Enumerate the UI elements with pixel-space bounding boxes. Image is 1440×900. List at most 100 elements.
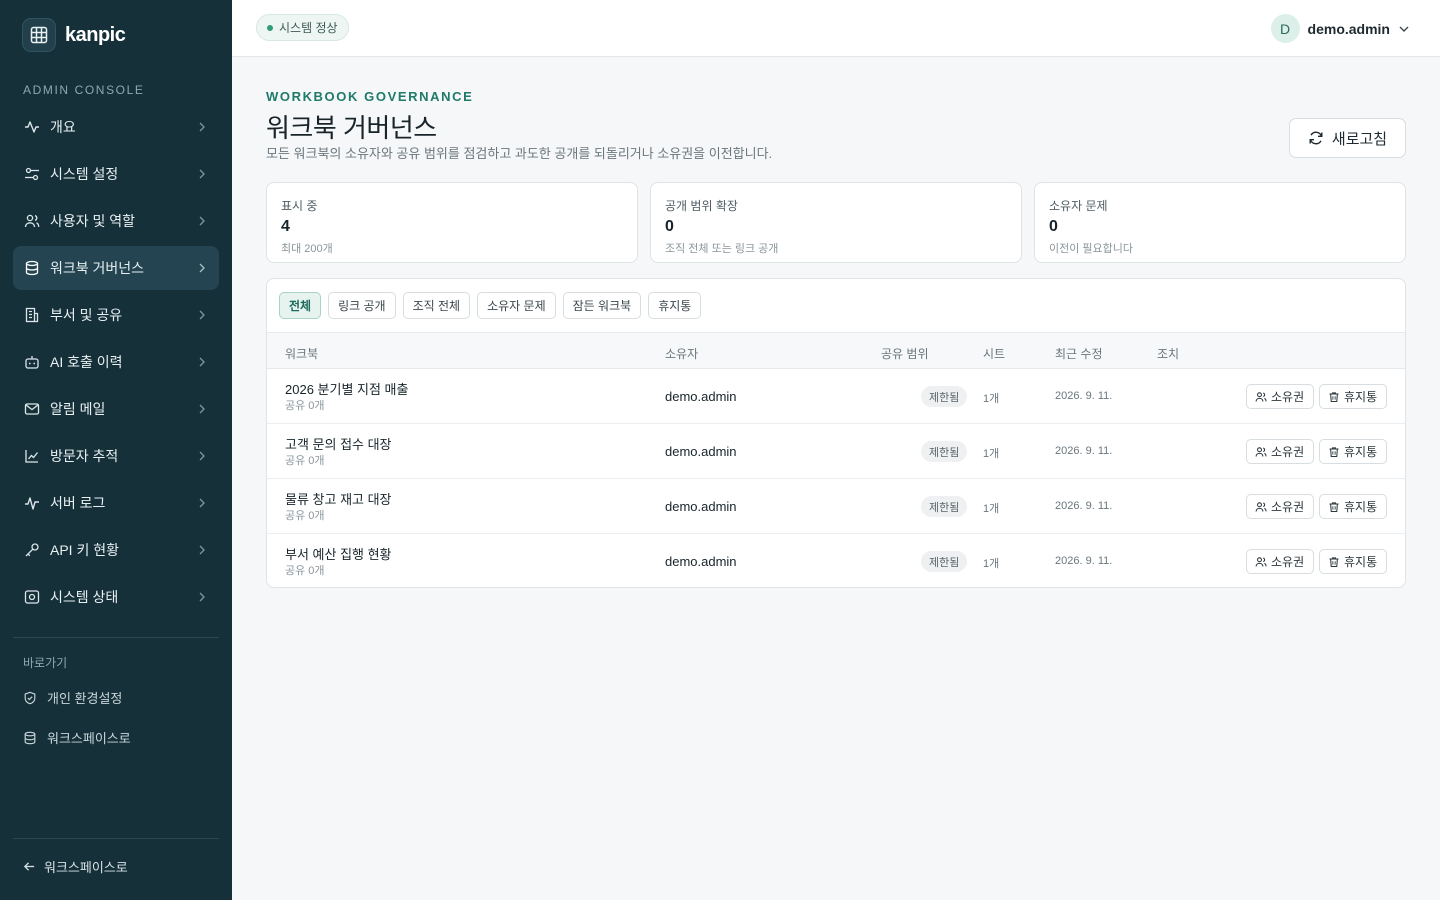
shortcut-personal-settings[interactable]: 개인 환경설정 xyxy=(23,688,122,707)
workbook-name[interactable]: 2026 분기별 지점 매출 xyxy=(285,379,408,398)
stat-subtitle: 조직 전체 또는 링크 공개 xyxy=(665,243,779,255)
status-text: 시스템 정상 xyxy=(279,21,338,35)
transfer-ownership-button[interactable]: 소유권 xyxy=(1246,439,1314,464)
stat-title: 공개 범위 확장 xyxy=(665,199,738,213)
sidebar-item-server-logs[interactable]: 서버 로그 xyxy=(13,481,219,525)
column-owner: 소유자 xyxy=(665,347,699,361)
share-count: 공유 0개 xyxy=(285,510,325,522)
sidebar-divider-bottom xyxy=(13,838,219,839)
shield-icon xyxy=(24,691,36,704)
stat-subtitle: 최대 200개 xyxy=(281,243,333,255)
owner-name: demo.admin xyxy=(665,554,737,569)
sidebar-item-label: 방문자 추적 xyxy=(50,448,119,464)
owner-name: demo.admin xyxy=(665,499,737,514)
filter-link-public[interactable]: 링크 공개 xyxy=(328,292,396,319)
sheet-count: 1개 xyxy=(983,393,1000,405)
users-icon xyxy=(1255,501,1267,512)
button-label: 휴지통 xyxy=(1344,390,1378,404)
grid-logo-icon xyxy=(22,18,56,52)
column-sheets: 시트 xyxy=(983,347,1006,361)
user-menu[interactable]: D demo.admin xyxy=(1270,14,1410,43)
transfer-ownership-button[interactable]: 소유권 xyxy=(1246,549,1314,574)
sidebar-item-label: 서버 로그 xyxy=(50,495,106,511)
trash-icon xyxy=(1329,556,1339,567)
status-icon xyxy=(24,589,40,605)
shortcut-label-text: 개인 환경설정 xyxy=(47,691,123,706)
arrow-left-icon xyxy=(23,862,35,871)
sidebar-item-workbook-governance[interactable]: 워크북 거버넌스 xyxy=(13,246,219,290)
move-to-trash-button[interactable]: 휴지통 xyxy=(1319,549,1387,574)
filter-owner-issues[interactable]: 소유자 문제 xyxy=(477,292,556,319)
chart-line-icon xyxy=(24,448,40,464)
sheet-count: 1개 xyxy=(983,503,1000,515)
sidebar-item-overview[interactable]: 개요 xyxy=(13,105,219,149)
sidebar-item-visitor-tracking[interactable]: 방문자 추적 xyxy=(13,434,219,478)
sidebar-item-system-settings[interactable]: 시스템 설정 xyxy=(13,152,219,196)
sidebar-item-users-roles[interactable]: 사용자 및 역할 xyxy=(13,199,219,243)
system-status-badge: 시스템 정상 xyxy=(256,14,349,41)
workbook-name[interactable]: 고객 문의 접수 대장 xyxy=(285,434,392,453)
chevron-right-icon xyxy=(199,545,205,555)
sidebar-item-label: AI 호출 이력 xyxy=(50,354,123,370)
stat-title: 소유자 문제 xyxy=(1049,199,1108,213)
activity-icon xyxy=(24,119,40,135)
section-label: ADMIN CONSOLE xyxy=(23,83,145,97)
sheet-count: 1개 xyxy=(983,448,1000,460)
refresh-button[interactable]: 새로고침 xyxy=(1289,118,1406,158)
filter-tabs: 전체 링크 공개 조직 전체 소유자 문제 잠든 워크북 휴지통 xyxy=(279,292,708,319)
filter-org-wide[interactable]: 조직 전체 xyxy=(402,292,471,319)
refresh-label: 새로고침 xyxy=(1331,130,1388,148)
bot-icon xyxy=(24,354,40,370)
button-label: 휴지통 xyxy=(1344,555,1378,569)
shortcut-label-text: 워크스페이스로 xyxy=(47,731,131,746)
back-to-workspace-link[interactable]: 워크스페이스로 xyxy=(23,857,128,876)
move-to-trash-button[interactable]: 휴지통 xyxy=(1319,439,1387,464)
sidebar-item-label: 워크북 거버넌스 xyxy=(50,260,145,276)
table-row[interactable]: 부서 예산 집행 현황 공유 0개 demo.admin 제한됨 1개 2026… xyxy=(267,534,1405,587)
topbar: 시스템 정상 D demo.admin xyxy=(232,0,1440,57)
shortcut-workspace[interactable]: 워크스페이스로 xyxy=(23,728,131,747)
sidebar-item-system-status[interactable]: 시스템 상태 xyxy=(13,575,219,619)
modified-date: 2026. 9. 11. xyxy=(1055,445,1113,457)
sidebar-item-notification-mail[interactable]: 알림 메일 xyxy=(13,387,219,431)
workbook-name[interactable]: 물류 창고 재고 대장 xyxy=(285,489,392,508)
sidebar-item-ai-call-history[interactable]: AI 호출 이력 xyxy=(13,340,219,384)
owner-name: demo.admin xyxy=(665,389,737,404)
filter-trash[interactable]: 휴지통 xyxy=(648,292,702,319)
building-icon xyxy=(24,307,40,323)
table-row[interactable]: 물류 창고 재고 대장 공유 0개 demo.admin 제한됨 1개 2026… xyxy=(267,479,1405,534)
transfer-ownership-button[interactable]: 소유권 xyxy=(1246,384,1314,409)
sidebar-item-label: 알림 메일 xyxy=(50,401,106,417)
workbook-name[interactable]: 부서 예산 집행 현황 xyxy=(285,544,392,563)
sidebar-nav: 개요 시스템 설정 사용자 및 역할 워크북 거버넌스 부서 및 공유 AI 호… xyxy=(13,105,219,622)
chevron-right-icon xyxy=(199,169,205,179)
modified-date: 2026. 9. 11. xyxy=(1055,390,1113,402)
filter-dormant[interactable]: 잠든 워크북 xyxy=(562,292,642,319)
users-icon xyxy=(1255,446,1267,457)
page-title: 워크북 거버넌스 xyxy=(266,113,437,143)
sidebar-item-label: 시스템 상태 xyxy=(50,589,119,605)
share-count: 공유 0개 xyxy=(285,400,325,412)
transfer-ownership-button[interactable]: 소유권 xyxy=(1246,494,1314,519)
sidebar-item-departments-sharing[interactable]: 부서 및 공유 xyxy=(13,293,219,337)
brand[interactable]: kanpic xyxy=(22,18,126,52)
users-icon xyxy=(24,213,40,229)
chevron-right-icon xyxy=(199,404,205,414)
key-icon xyxy=(24,542,40,558)
move-to-trash-button[interactable]: 휴지통 xyxy=(1319,494,1387,519)
table-row[interactable]: 고객 문의 접수 대장 공유 0개 demo.admin 제한됨 1개 2026… xyxy=(267,424,1405,479)
button-label: 휴지통 xyxy=(1344,500,1378,514)
move-to-trash-button[interactable]: 휴지통 xyxy=(1319,384,1387,409)
filter-all[interactable]: 전체 xyxy=(279,292,322,319)
trash-icon xyxy=(1329,391,1339,402)
chevron-right-icon xyxy=(199,451,205,461)
scope-badge: 제한됨 xyxy=(921,551,968,572)
stat-value: 0 xyxy=(1049,218,1058,235)
sidebar-item-api-keys[interactable]: API 키 현황 xyxy=(13,528,219,572)
column-modified: 최근 수정 xyxy=(1055,347,1103,361)
sheet-count: 1개 xyxy=(983,558,1000,570)
avatar: D xyxy=(1270,14,1300,43)
table-row[interactable]: 2026 분기별 지점 매출 공유 0개 demo.admin 제한됨 1개 2… xyxy=(267,369,1405,424)
button-label: 소유권 xyxy=(1271,500,1305,514)
stat-card-owner-issues: 소유자 문제 0 이전이 필요합니다 xyxy=(1034,182,1406,263)
